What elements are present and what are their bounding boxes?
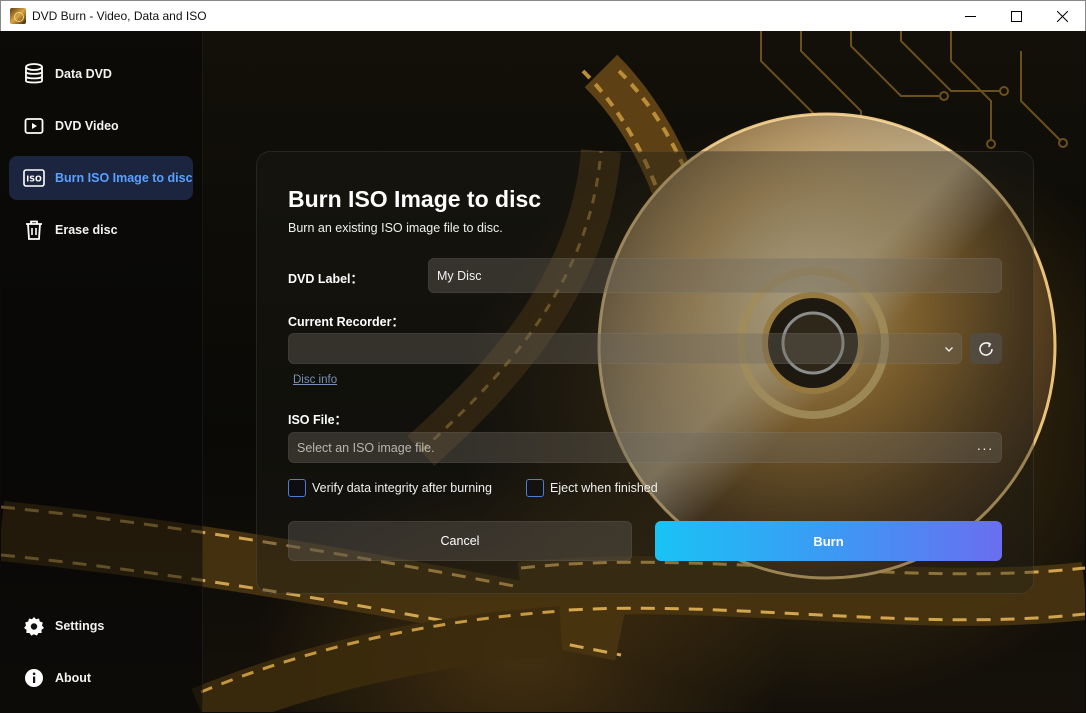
page-subtitle: Burn an existing ISO image file to disc. bbox=[288, 221, 503, 235]
sidebar-item-dvd-video[interactable]: DVD Video bbox=[9, 104, 193, 148]
sidebar-item-about[interactable]: About bbox=[9, 656, 193, 700]
sidebar-item-label: Burn ISO Image to disc bbox=[55, 171, 193, 185]
verify-checkbox-box[interactable] bbox=[288, 479, 306, 497]
sidebar-item-settings[interactable]: Settings bbox=[9, 604, 193, 648]
gear-icon bbox=[23, 615, 45, 637]
eject-checkbox-box[interactable] bbox=[526, 479, 544, 497]
sidebar-item-label: About bbox=[55, 671, 92, 685]
sidebar: Data DVD DVD Video ISO Burn ISO Image to… bbox=[1, 31, 203, 712]
eject-checkbox[interactable]: Eject when finished bbox=[526, 479, 658, 497]
sidebar-item-label: Data DVD bbox=[55, 67, 112, 81]
dvd-label-label: DVD Label： bbox=[288, 272, 364, 286]
svg-text:ISO: ISO bbox=[26, 175, 42, 184]
iso-file-placeholder: Select an ISO image file. bbox=[297, 440, 435, 455]
minimize-icon bbox=[964, 15, 976, 17]
verify-checkbox[interactable]: Verify data integrity after burning bbox=[288, 479, 492, 497]
sidebar-item-burn-iso[interactable]: ISO Burn ISO Image to disc bbox=[9, 156, 193, 200]
iso-icon: ISO bbox=[23, 167, 45, 189]
sidebar-item-label: Erase disc bbox=[55, 223, 118, 237]
sidebar-item-label: DVD Video bbox=[55, 119, 119, 133]
sidebar-item-data-dvd[interactable]: Data DVD bbox=[9, 52, 193, 96]
window-controls bbox=[947, 1, 1085, 31]
eject-checkbox-label: Eject when finished bbox=[550, 481, 658, 495]
close-icon bbox=[1056, 10, 1068, 22]
refresh-recorders-button[interactable] bbox=[970, 333, 1002, 364]
recorder-select[interactable] bbox=[288, 333, 962, 364]
dvd-label-input[interactable]: My Disc bbox=[428, 258, 1002, 293]
iso-file-input[interactable]: Select an ISO image file. ··· bbox=[288, 432, 1002, 463]
sidebar-item-label: Settings bbox=[55, 619, 105, 633]
burn-button[interactable]: Burn bbox=[655, 521, 1002, 561]
title-bar: DVD Burn - Video, Data and ISO bbox=[0, 0, 1086, 31]
video-icon bbox=[23, 115, 45, 137]
info-icon bbox=[23, 667, 45, 689]
minimize-button[interactable] bbox=[947, 1, 993, 31]
sidebar-item-erase-disc[interactable]: Erase disc bbox=[9, 208, 193, 252]
disc-info-link[interactable]: Disc info bbox=[293, 374, 337, 386]
close-button[interactable] bbox=[1039, 1, 1085, 31]
app-icon bbox=[10, 8, 26, 24]
current-recorder-label: Current Recorder： bbox=[288, 315, 404, 329]
maximize-button[interactable] bbox=[993, 1, 1039, 31]
trash-icon bbox=[23, 219, 45, 241]
maximize-icon bbox=[1010, 10, 1022, 22]
iso-file-label: ISO File： bbox=[288, 413, 348, 427]
verify-checkbox-label: Verify data integrity after burning bbox=[312, 481, 492, 495]
chevron-down-icon bbox=[945, 347, 953, 352]
browse-iso-button[interactable]: ··· bbox=[969, 433, 1001, 462]
database-icon bbox=[23, 63, 45, 85]
page-title: Burn ISO Image to disc bbox=[288, 186, 542, 212]
cancel-button[interactable]: Cancel bbox=[288, 521, 632, 561]
window-title: DVD Burn - Video, Data and ISO bbox=[32, 9, 207, 23]
refresh-icon bbox=[979, 341, 993, 356]
